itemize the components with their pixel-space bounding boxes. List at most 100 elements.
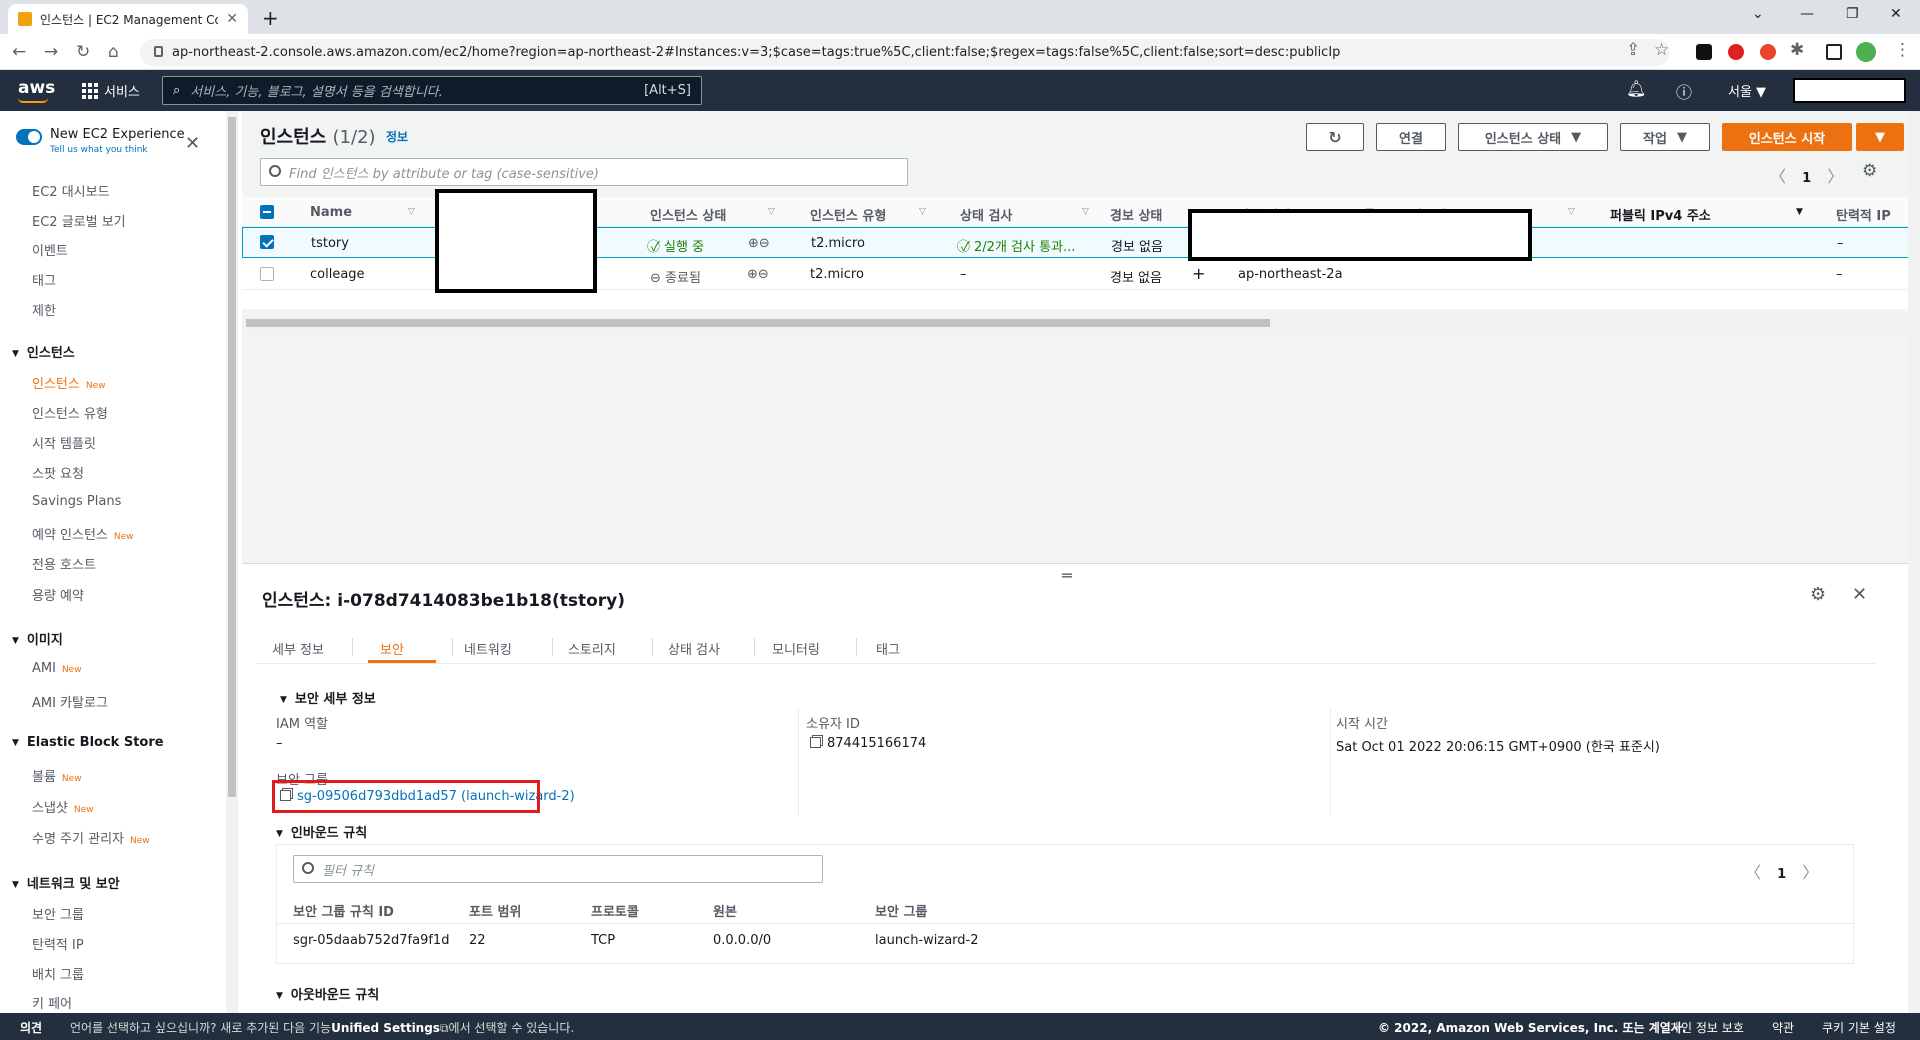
home-icon[interactable]: ⌂ — [108, 42, 119, 62]
col-instance-state[interactable]: 인스턴스 상태 — [650, 205, 726, 224]
tab-search-icon[interactable]: ⌄ — [1752, 6, 1764, 22]
panel-settings-gear-icon[interactable]: ⚙ — [1810, 584, 1826, 605]
inbound-rules-section[interactable]: 인바운드 규칙 — [276, 822, 367, 841]
inbound-filter-input[interactable]: 필터 규칙 — [293, 855, 823, 883]
sort-icon[interactable]: ▽ — [1568, 207, 1575, 217]
prev-page-icon[interactable]: 〈 — [1745, 863, 1761, 882]
sidebar-item-tags[interactable]: 태그 — [32, 270, 56, 289]
extensions-icon[interactable]: ✱ — [1790, 40, 1804, 60]
tab-security[interactable]: 보안 — [380, 639, 404, 658]
current-page[interactable]: 1 — [1802, 171, 1811, 186]
inbound-current-page[interactable]: 1 — [1777, 867, 1786, 882]
prev-page-icon[interactable]: 〈 — [1770, 167, 1786, 186]
instances-filter-input[interactable]: Find 인스턴스 by attribute or tag (case-sens… — [260, 158, 908, 186]
sidebar-item-placement-groups[interactable]: 배치 그룹 — [32, 964, 84, 983]
services-menu-button[interactable]: 서비스 — [82, 81, 140, 100]
select-all-checkbox[interactable] — [260, 205, 274, 219]
notion-ext-icon[interactable] — [1696, 44, 1712, 60]
aws-logo[interactable]: aws — [18, 78, 55, 98]
sort-icon[interactable]: ▽ — [1082, 207, 1089, 217]
close-sidebar-icon[interactable]: ✕ — [185, 133, 200, 154]
sidebar-item-dedicated-hosts[interactable]: 전용 호스트 — [32, 554, 96, 573]
forward-icon[interactable]: → — [44, 42, 58, 62]
sort-icon[interactable]: ▽ — [919, 207, 926, 217]
col-public-ip[interactable]: 퍼블릭 IPv4 주소 — [1610, 205, 1711, 224]
sidebar-item-capacity-reservations[interactable]: 용량 예약 — [32, 585, 84, 604]
launch-instances-button[interactable]: 인스턴스 시작 — [1722, 123, 1852, 151]
feedback-button[interactable]: 의견 — [20, 1019, 42, 1036]
connect-button[interactable]: 연결 — [1376, 123, 1446, 151]
refresh-button[interactable]: ↻ — [1306, 123, 1364, 151]
tab-status-checks[interactable]: 상태 검사 — [668, 639, 720, 658]
browser-tab[interactable]: 인스턴스 | EC2 Management Co ✕ — [8, 4, 248, 34]
toggle-switch[interactable] — [16, 129, 42, 145]
sidebar-item-ami[interactable]: AMI New — [32, 661, 82, 676]
col-alarm-status[interactable]: 경보 상태 — [1110, 205, 1162, 224]
add-alarm-icon[interactable]: + — [1192, 264, 1205, 283]
browser-menu-icon[interactable]: ⋮ — [1894, 40, 1911, 60]
row-checkbox[interactable] — [260, 267, 274, 281]
restore-icon[interactable]: ❐ — [1846, 6, 1859, 22]
col-name[interactable]: Name — [310, 205, 352, 220]
lastpass-ext-icon[interactable] — [1760, 44, 1776, 60]
close-window-icon[interactable]: ✕ — [1890, 6, 1902, 22]
help-icon[interactable]: ⓘ — [1676, 79, 1692, 103]
sidebar-item-key-pairs[interactable]: 키 페어 — [32, 993, 72, 1012]
sidebar-item-ami-catalog[interactable]: AMI 카탈로그 — [32, 692, 108, 711]
sidebar-item-spot-requests[interactable]: 스팟 요청 — [32, 463, 84, 482]
share-icon[interactable]: ⇪ — [1626, 40, 1640, 60]
sidebar-item-lifecycle-manager[interactable]: 수명 주기 관리자 New — [32, 828, 150, 847]
security-details-section[interactable]: 보안 세부 정보 — [280, 688, 376, 707]
zoom-icons[interactable]: ⊕⊖ — [748, 236, 770, 251]
resize-handle-icon[interactable]: ═ — [1062, 566, 1072, 585]
sidebar-item-limits[interactable]: 제한 — [32, 300, 56, 319]
new-tab-icon[interactable]: + — [262, 6, 279, 30]
sort-desc-icon[interactable]: ▼ — [1796, 207, 1803, 217]
info-link[interactable]: 정보 — [386, 128, 408, 145]
sidebar-item-security-groups[interactable]: 보안 그룹 — [32, 904, 84, 923]
col-instance-type[interactable]: 인스턴스 유형 — [810, 205, 886, 224]
outbound-rules-section[interactable]: 아웃바운드 규칙 — [276, 984, 379, 1003]
sidebar-item-elastic-ips[interactable]: 탄력적 IP — [32, 934, 84, 953]
feedback-link[interactable]: Tell us what you think — [50, 145, 185, 155]
cookie-preferences-link[interactable]: 쿠키 기본 설정 — [1822, 1019, 1896, 1036]
region-selector[interactable]: 서울 ▼ — [1728, 81, 1766, 100]
sidebar-item-savings-plans[interactable]: Savings Plans — [32, 494, 121, 509]
profile-avatar[interactable] — [1856, 42, 1876, 62]
row-checkbox[interactable] — [260, 235, 274, 249]
sidebar-scroll-thumb[interactable] — [228, 117, 236, 797]
tab-monitoring[interactable]: 모니터링 — [772, 639, 820, 658]
adblock-ext-icon[interactable] — [1728, 44, 1744, 60]
actions-button[interactable]: 작업 ▼ — [1620, 123, 1710, 151]
col-status-check[interactable]: 상태 검사 — [960, 205, 1012, 224]
unified-settings-link[interactable]: Unified Settings — [331, 1021, 440, 1035]
terms-link[interactable]: 약관 — [1772, 1019, 1794, 1036]
instance-state-button[interactable]: 인스턴스 상태 ▼ — [1458, 123, 1608, 151]
table-scroll-thumb[interactable] — [246, 319, 1270, 327]
sidebar-item-snapshots[interactable]: 스냅샷 New — [32, 797, 94, 816]
new-ec2-experience-toggle[interactable]: New EC2 Experience Tell us what you thin… — [16, 127, 185, 155]
sort-icon[interactable]: ▽ — [768, 207, 775, 217]
address-bar[interactable]: ap-northeast-2.console.aws.amazon.com/ec… — [140, 39, 1670, 66]
back-icon[interactable]: ← — [12, 42, 26, 62]
sidebar-item-events[interactable]: 이벤트 — [32, 240, 68, 259]
next-page-icon[interactable]: 〉 — [1827, 167, 1843, 186]
close-panel-icon[interactable]: ✕ — [1852, 584, 1867, 605]
tab-tags[interactable]: 태그 — [876, 639, 900, 658]
minimize-icon[interactable]: — — [1800, 6, 1814, 22]
next-page-icon[interactable]: 〉 — [1802, 863, 1818, 882]
sidebar-item-global-view[interactable]: EC2 글로벌 보기 — [32, 211, 126, 230]
reload-icon[interactable]: ↻ — [76, 42, 90, 62]
privacy-link[interactable]: 개인 정보 보호 — [1670, 1019, 1744, 1036]
bookmark-star-icon[interactable]: ☆ — [1654, 40, 1669, 60]
table-settings-gear-icon[interactable]: ⚙ — [1862, 161, 1877, 181]
copy-icon[interactable] — [810, 737, 821, 748]
console-search-input[interactable]: ⌕ 서비스, 기능, 블로그, 설명서 등을 검색합니다. [Alt+S] — [162, 76, 702, 105]
tab-details[interactable]: 세부 정보 — [272, 639, 324, 658]
sidepanel-icon[interactable] — [1826, 44, 1842, 60]
sort-icon[interactable]: ▽ — [408, 207, 415, 217]
sidebar-item-instances[interactable]: 인스턴스 New — [32, 373, 105, 392]
zoom-icons[interactable]: ⊕⊖ — [747, 267, 769, 282]
sidebar-section-instances[interactable]: 인스턴스 — [12, 342, 75, 361]
tab-storage[interactable]: 스토리지 — [568, 639, 616, 658]
